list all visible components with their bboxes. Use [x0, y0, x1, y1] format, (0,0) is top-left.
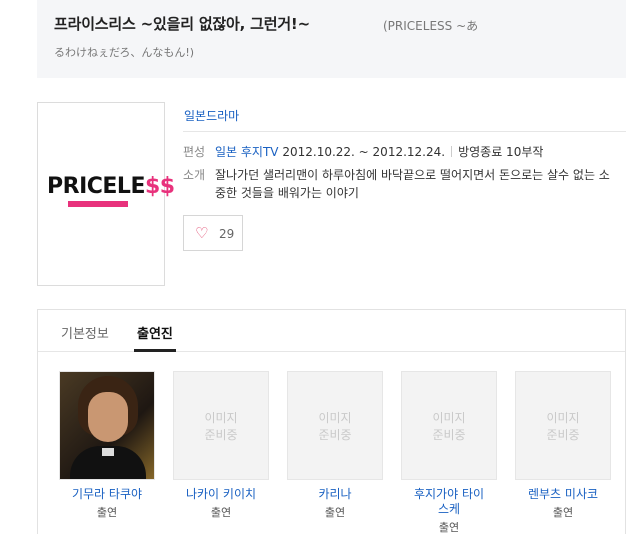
divider: [183, 131, 626, 132]
cast-item[interactable]: 기무라 타쿠야 출연: [53, 371, 161, 520]
broadcast-period: 2012.10.22. ~ 2012.12.24.: [282, 145, 446, 159]
tab-cast[interactable]: 출연진: [137, 323, 173, 342]
image-placeholder-text: 이미지 준비중: [318, 411, 352, 442]
cast-name[interactable]: 나카이 키이치: [167, 487, 275, 502]
heart-outline-icon: ♡: [195, 224, 209, 242]
detail-panel: 기본정보 출연진 기무라 타쿠야 출연 이미지 준비중 나카이 키이치 출연 이…: [37, 309, 626, 534]
genre-link[interactable]: 일본드라마: [184, 107, 239, 124]
cast-role: 출연: [324, 506, 346, 519]
like-button[interactable]: ♡ 29: [183, 215, 243, 251]
original-title-line2: るわけねぇだろ、んなもん!): [54, 46, 195, 59]
image-placeholder-text: 이미지 준비중: [204, 411, 238, 442]
broadcast-label: 편성: [183, 145, 206, 159]
tab-basic-info[interactable]: 기본정보: [61, 323, 109, 342]
cast-role: 출연: [210, 506, 232, 519]
poster-logo-underline: [68, 201, 128, 207]
intro-row: 소개: [183, 166, 215, 183]
page-title: 프라이스리스 ~있을리 없잖아, 그런거!~: [54, 15, 310, 33]
cast-item[interactable]: 이미지 준비중 카리나 출연: [281, 371, 389, 520]
cast-photo-placeholder[interactable]: 이미지 준비중: [401, 371, 497, 480]
broadcast-row: 편성 일본 후지TV 2012.10.22. ~ 2012.12.24. 방영종료 …: [183, 143, 543, 160]
title-header: 프라이스리스 ~있을리 없잖아, 그런거!~ (PRICELESS ~あ るわけ…: [37, 0, 626, 78]
broadcast-status: 방영종료 10부작: [458, 145, 544, 159]
original-title-line1: (PRICELESS ~あ: [383, 19, 479, 33]
divider: [451, 146, 453, 157]
image-placeholder-text: 이미지 준비중: [546, 411, 580, 442]
cast-name[interactable]: 기무라 타쿠야: [53, 487, 161, 502]
active-tab-indicator: [134, 349, 176, 352]
cast-name[interactable]: 카리나: [281, 487, 389, 502]
poster-image[interactable]: PRICELE$$: [37, 102, 175, 286]
tab-bar: 기본정보 출연진: [38, 310, 625, 352]
cast-photo[interactable]: [59, 371, 155, 480]
intro-label: 소개: [183, 168, 206, 182]
like-count: 29: [219, 227, 235, 241]
cast-role: 출연: [96, 506, 118, 519]
cast-role: 출연: [552, 506, 574, 519]
poster-logo: PRICELE$$: [47, 174, 175, 199]
broadcast-network-link[interactable]: 일본 후지TV: [215, 145, 279, 159]
image-placeholder-text: 이미지 준비중: [432, 411, 466, 442]
cast-photo-placeholder[interactable]: 이미지 준비중: [173, 371, 269, 480]
cast-item[interactable]: 이미지 준비중 후지가야 타이스케 출연: [395, 371, 503, 534]
cast-name[interactable]: 렌부츠 미사코: [509, 487, 617, 502]
cast-photo-placeholder[interactable]: 이미지 준비중: [515, 371, 611, 480]
cast-role: 출연: [438, 521, 460, 534]
intro-text: 잘나가던 샐러리맨이 하루아침에 바닥끝으로 떨어지면서 돈으로는 살수 없는 …: [215, 168, 610, 200]
cast-photo-placeholder[interactable]: 이미지 준비중: [287, 371, 383, 480]
cast-item[interactable]: 이미지 준비중 나카이 키이치 출연: [167, 371, 275, 520]
cast-item[interactable]: 이미지 준비중 렌부츠 미사코 출연: [509, 371, 617, 520]
cast-name[interactable]: 후지가야 타이스케: [395, 487, 503, 517]
